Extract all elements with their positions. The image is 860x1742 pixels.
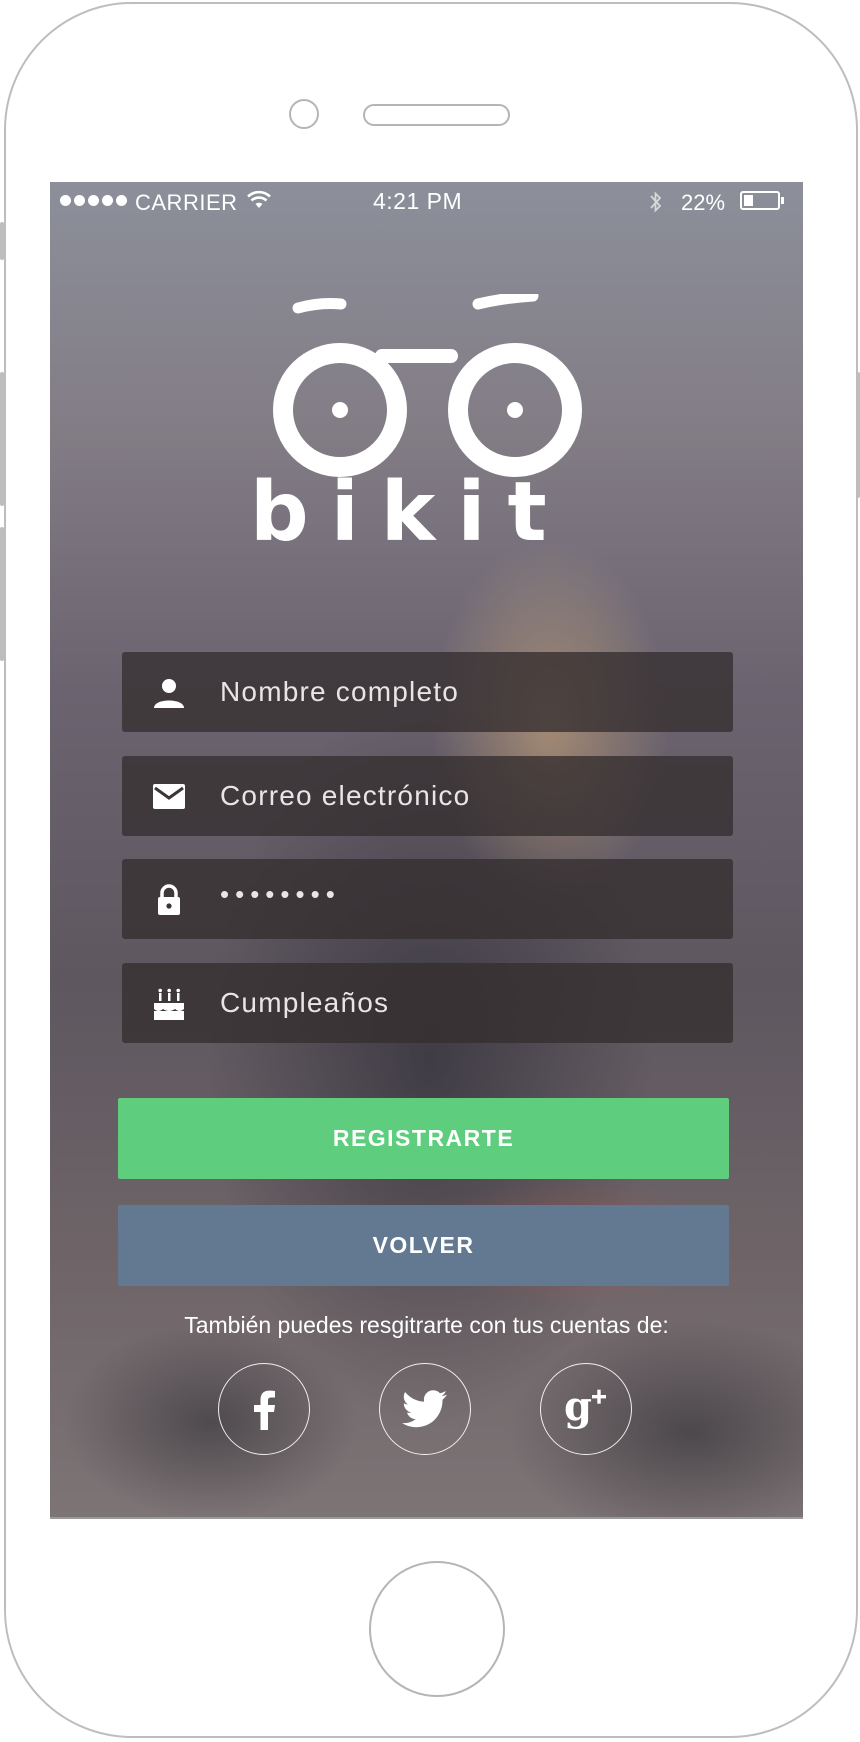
birthday-field[interactable]: Cumpleaños <box>122 963 733 1043</box>
email-field[interactable]: Correo electrónico <box>122 756 733 836</box>
email-placeholder: Correo electrónico <box>220 780 471 811</box>
bikit-logo-icon <box>273 294 582 477</box>
twitter-button[interactable] <box>379 1363 471 1455</box>
full-name-placeholder: Nombre completo <box>220 676 459 707</box>
front-camera <box>289 99 319 129</box>
battery-percentage: 22% <box>681 190 726 215</box>
status-time: 4:21 PM <box>373 188 463 214</box>
person-icon <box>154 679 184 708</box>
facebook-icon <box>254 1390 275 1430</box>
svg-text:g: g <box>564 1386 592 1430</box>
full-name-field[interactable]: Nombre completo <box>122 652 733 732</box>
cake-icon <box>154 988 184 1020</box>
social-signup-hint: También puedes resgitrarte con tus cuent… <box>184 1312 669 1338</box>
volume-down-button <box>0 527 4 661</box>
wifi-icon <box>247 190 271 208</box>
app-screen: CARRIER 4:21 PM 22% bikit Nombre complet… <box>50 182 803 1519</box>
google-plus-icon: g <box>564 1386 606 1430</box>
register-button[interactable]: REGISTRARTE <box>118 1098 729 1179</box>
home-button[interactable] <box>369 1561 505 1697</box>
password-field[interactable]: •••••••• <box>122 859 733 939</box>
back-button[interactable]: VOLVER <box>118 1205 729 1286</box>
twitter-icon <box>402 1390 447 1428</box>
power-button <box>856 372 860 498</box>
facebook-button[interactable] <box>218 1363 310 1455</box>
google-plus-button[interactable]: g <box>540 1363 632 1455</box>
mute-switch <box>0 222 4 260</box>
birthday-placeholder: Cumpleaños <box>220 987 390 1018</box>
lock-icon <box>158 884 180 915</box>
mail-icon <box>153 784 185 809</box>
signal-strength-icon <box>60 195 127 206</box>
volume-up-button <box>0 372 4 506</box>
battery-icon <box>740 191 784 210</box>
bluetooth-icon <box>650 191 662 213</box>
brand-name: bikit <box>250 465 569 560</box>
password-value: •••••••• <box>220 879 341 909</box>
earpiece-speaker <box>363 104 510 126</box>
status-bar: CARRIER 4:21 PM 22% <box>50 182 803 222</box>
carrier-name: CARRIER <box>135 190 238 215</box>
